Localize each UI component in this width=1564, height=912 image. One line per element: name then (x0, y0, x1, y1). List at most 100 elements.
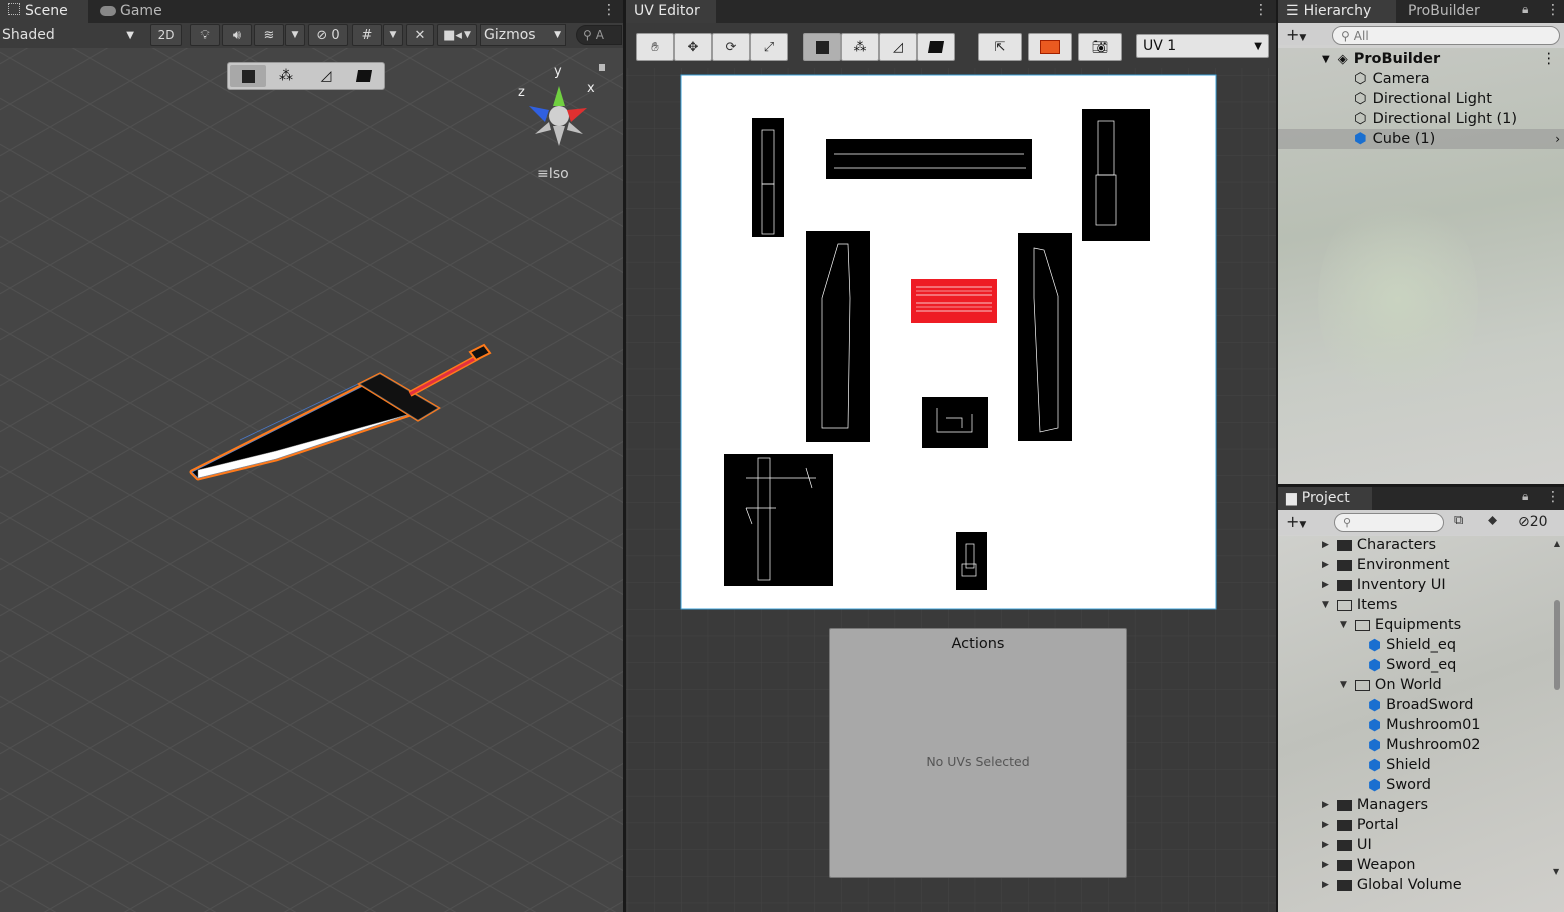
hierarchy-panel: ☰ Hierarchy ProBuilder 🔒︎ ⋮ +▼ ⚲ All ▼ ◈ P… (1278, 0, 1564, 484)
hierarchy-item-directional-light[interactable]: ⬡ Directional Light (1278, 89, 1564, 109)
project-menu-icon[interactable]: ⋮ (1546, 489, 1560, 505)
uv-channel-dropdown[interactable]: UV 1 ▼ (1136, 34, 1269, 58)
project-folder[interactable]: ▶ Global Volume (1278, 875, 1550, 895)
triangle-right-icon[interactable]: ▶ (1322, 820, 1329, 830)
project-folder[interactable]: ▶ Portal (1278, 815, 1550, 835)
hierarchy-scene-root[interactable]: ▼ ◈ ProBuilder ⋮ (1278, 49, 1564, 69)
hierarchy-item-cube-1[interactable]: ⬢ Cube (1) › (1278, 129, 1564, 149)
effects-toggle-icon[interactable]: ≋ (254, 24, 284, 46)
tab-scene[interactable]: Scene (0, 0, 88, 23)
uv-vertex-mode-button[interactable]: ⁂ (841, 33, 879, 61)
hierarchy-menu-icon[interactable]: ⋮ (1546, 2, 1560, 18)
pan-tool-button[interactable]: ✋︎ (636, 33, 674, 61)
project-folder[interactable]: ▶ Weapon (1278, 855, 1550, 875)
folder-open-icon (1354, 679, 1370, 691)
hierarchy-item-camera[interactable]: ⬡ Camera (1278, 69, 1564, 89)
hidden-packages-toggle[interactable]: ⊘20 (1518, 514, 1548, 530)
folder-open-icon (1354, 619, 1370, 631)
uv-object-mode-button[interactable] (803, 33, 841, 61)
scene-menu-icon[interactable]: ⋮ (602, 2, 616, 18)
create-asset-button[interactable]: +▼ (1286, 512, 1306, 531)
project-asset[interactable]: ⬢ BroadSword (1278, 695, 1550, 715)
scroll-down-arrow[interactable]: ▼ (1553, 867, 1559, 876)
project-asset[interactable]: ⬢ Mushroom02 (1278, 735, 1550, 755)
scene-grid (0, 48, 623, 912)
project-search-input[interactable]: ⚲ (1334, 513, 1444, 532)
triangle-down-icon[interactable]: ▼ (1322, 600, 1329, 610)
tree-item-label: Shield (1386, 757, 1431, 773)
triangle-right-icon[interactable]: ▶ (1322, 860, 1329, 870)
camera-toggle-icon[interactable]: ■◂ ▼ (437, 24, 477, 46)
project-scrollbar[interactable]: ▲ ▼ (1552, 539, 1562, 879)
chevron-right-icon[interactable]: › (1555, 132, 1560, 146)
triangle-right-icon[interactable]: ▶ (1322, 580, 1329, 590)
hierarchy-search-input[interactable]: ⚲ All (1332, 26, 1560, 45)
triangle-right-icon[interactable]: ▶ (1322, 880, 1329, 890)
lock-icon[interactable]: 🔒︎ (1522, 489, 1528, 504)
project-folder[interactable]: ▶ Managers (1278, 795, 1550, 815)
project-folder[interactable]: ▼ On World (1278, 675, 1550, 695)
toggle-2d-button[interactable]: 2D (150, 24, 182, 46)
hierarchy-item-directional-light-1[interactable]: ⬡ Directional Light (1) (1278, 109, 1564, 129)
gizmos-dropdown[interactable]: Gizmos ▼ (480, 24, 566, 46)
scroll-up-arrow[interactable]: ▲ (1552, 539, 1562, 548)
project-asset[interactable]: ⬢ Mushroom01 (1278, 715, 1550, 735)
orientation-gizmo[interactable]: y x z (515, 64, 605, 154)
move-tool-button[interactable]: ✥ (674, 33, 712, 61)
chevron-down-icon: ▼ (554, 30, 561, 40)
scroll-thumb[interactable] (1554, 600, 1560, 690)
prefab-cube-icon: ⬢ (1368, 696, 1382, 714)
scene-search-input[interactable]: ⚲ A (576, 25, 622, 45)
uv-edge-mode-button[interactable]: ◿ (879, 33, 917, 61)
vertex-mode-button[interactable]: ⁂ (268, 65, 304, 87)
hidden-objects-toggle[interactable]: ⊘ 0 (308, 24, 348, 46)
scale-tool-button[interactable]: ⤢ (750, 33, 788, 61)
shading-mode-dropdown[interactable]: Shaded ▼ (0, 24, 140, 46)
face-mode-button[interactable] (346, 65, 382, 87)
object-mode-button[interactable] (230, 65, 266, 87)
effects-dropdown-icon[interactable]: ▼ (285, 24, 305, 46)
project-asset[interactable]: ⬢ Shield_eq (1278, 635, 1550, 655)
search-by-label-icon[interactable]: ⬥ (1488, 513, 1497, 528)
tab-hierarchy[interactable]: ☰ Hierarchy (1278, 0, 1396, 23)
project-folder[interactable]: ▶ Environment (1278, 555, 1550, 575)
triangle-down-icon[interactable]: ▼ (1340, 680, 1347, 690)
project-asset[interactable]: ⬢ Shield (1278, 755, 1550, 775)
audio-toggle-icon[interactable]: 🔊︎ (222, 24, 252, 46)
uv-texture-toggle-button[interactable] (1028, 33, 1072, 61)
uv-editor-menu-icon[interactable]: ⋮ (1254, 2, 1268, 18)
lock-icon[interactable]: 🔒︎ (1522, 2, 1528, 17)
scene-grid-icon (8, 3, 20, 15)
uv-pivot-button[interactable]: ⇱ (978, 33, 1022, 61)
project-folder[interactable]: ▼ Items (1278, 595, 1550, 615)
tools-toggle-icon[interactable]: ✕ (406, 24, 434, 46)
triangle-right-icon[interactable]: ▶ (1322, 840, 1329, 850)
triangle-right-icon[interactable]: ▶ (1322, 800, 1329, 810)
triangle-right-icon[interactable]: ▶ (1322, 560, 1329, 570)
grid-dropdown-icon[interactable]: ▼ (383, 24, 403, 46)
uv-screenshot-button[interactable]: 📷︎ (1078, 33, 1122, 61)
lighting-toggle-icon[interactable]: 💡︎ (190, 24, 220, 46)
triangle-right-icon[interactable]: ▶ (1322, 540, 1329, 550)
projection-toggle[interactable]: ≡Iso (537, 166, 569, 182)
edge-mode-button[interactable]: ◿ (308, 65, 344, 87)
grid-toggle-icon[interactable]: # (352, 24, 382, 46)
search-by-type-icon[interactable]: ⧉ (1454, 513, 1463, 528)
project-folder[interactable]: ▶ Characters (1278, 535, 1550, 555)
scene-menu-kebab-icon[interactable]: ⋮ (1542, 51, 1557, 67)
tab-probuilder[interactable]: ProBuilder (1400, 0, 1500, 23)
project-folder[interactable]: ▶ Inventory UI (1278, 575, 1550, 595)
scene-viewport[interactable]: ⁂ ◿ y x z ≡Iso (0, 48, 623, 912)
project-folder[interactable]: ▶ UI (1278, 835, 1550, 855)
project-asset[interactable]: ⬢ Sword (1278, 775, 1550, 795)
uv-viewport[interactable]: Actions No UVs Selected (626, 68, 1276, 912)
project-folder[interactable]: ▼ Equipments (1278, 615, 1550, 635)
triangle-down-icon[interactable]: ▼ (1340, 620, 1347, 630)
add-object-button[interactable]: +▼ (1286, 25, 1306, 44)
tab-uv-editor[interactable]: UV Editor (626, 0, 716, 23)
tab-game[interactable]: Game (92, 0, 172, 23)
rotate-tool-button[interactable]: ⟳ (712, 33, 750, 61)
uv-face-mode-button[interactable] (917, 33, 955, 61)
project-asset[interactable]: ⬢ Sword_eq (1278, 655, 1550, 675)
tab-project[interactable]: ▆ Project (1278, 487, 1372, 510)
